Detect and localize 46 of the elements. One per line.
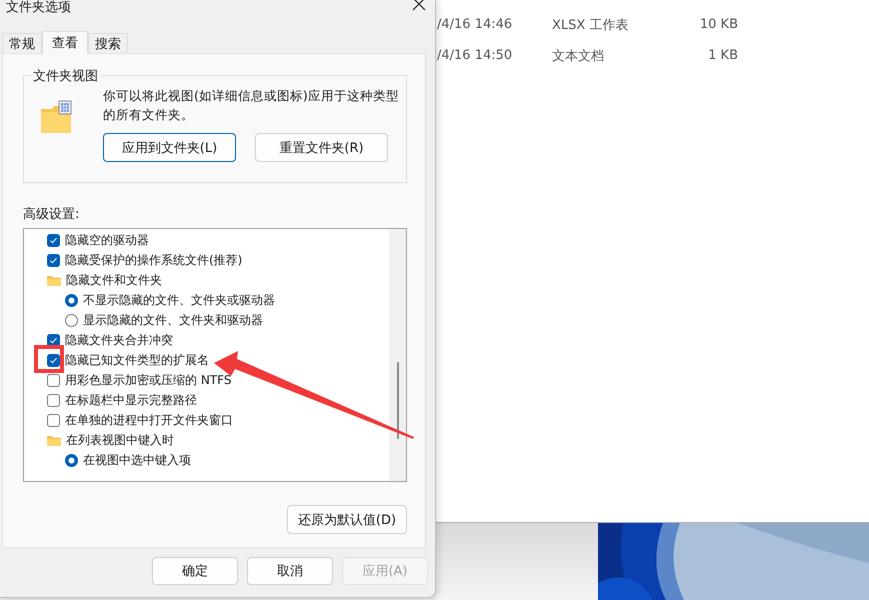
setting-label: 隐藏已知文件类型的扩展名 (65, 352, 209, 368)
window-title: 文件夹选项 (6, 0, 71, 15)
dialog-button[interactable]: 取消 (247, 557, 333, 585)
folder-button[interactable]: 重置文件夹(R) (255, 133, 388, 162)
folder-icon (40, 100, 72, 133)
radio-button[interactable] (65, 314, 78, 326)
checkbox[interactable] (47, 254, 60, 266)
scrollbar[interactable] (389, 229, 406, 481)
folder-icon (47, 274, 61, 286)
group-title: 文件夹视图 (31, 67, 100, 85)
setting-label: 隐藏空的驱动器 (65, 232, 149, 248)
folder-button[interactable]: 应用到文件夹(L) (103, 133, 236, 162)
description-text: 你可以将此视图(如详细信息或图标)应用于这种类型的所有文件夹。 (103, 87, 400, 124)
type-cell-text: XLSX 工作表 (552, 16, 630, 34)
checkbox[interactable] (47, 354, 60, 366)
restore-defaults-button[interactable]: 还原为默认值(D) (287, 505, 407, 534)
checkbox[interactable] (47, 234, 60, 246)
tab[interactable]: 查看 (42, 31, 88, 54)
setting-label: 隐藏文件和文件夹 (66, 272, 162, 288)
setting-label: 显示隐藏的文件、文件夹和驱动器 (83, 312, 263, 328)
dialog-button[interactable]: 确定 (152, 557, 238, 585)
radio-button[interactable] (65, 294, 78, 306)
radio-button[interactable] (65, 454, 78, 466)
highlight-box (34, 345, 64, 373)
setting-label: 隐藏受保护的操作系统文件(推荐) (65, 252, 242, 268)
close-icon[interactable] (412, 0, 426, 11)
type-cell-text: 文本文档 (552, 48, 605, 64)
size-cell-text: 10 KB (698, 17, 738, 32)
checkbox[interactable] (47, 414, 60, 426)
size-cell-text: 1 KB (707, 48, 738, 63)
setting-label: 在单独的进程中打开文件夹窗口 (65, 412, 233, 428)
setting-label: 不显示隐藏的文件、文件夹或驱动器 (83, 292, 275, 308)
tab[interactable]: 常规 (2, 33, 42, 53)
date-cell-text: /4/16 14:46 (436, 17, 514, 32)
setting-label: 在视图中选中键入项 (83, 452, 191, 468)
setting-label: 用彩色显示加密或压缩的 NTFS (65, 372, 232, 388)
setting-label: 在标题栏中显示完整路径 (65, 392, 197, 408)
setting-label: 在列表视图中键入时 (66, 432, 174, 448)
checkbox[interactable] (47, 394, 60, 406)
date-cell-text: /4/16 14:50 (436, 48, 514, 63)
tab[interactable]: 搜索 (88, 33, 128, 53)
section-label: 高级设置: (23, 206, 80, 223)
checkbox[interactable] (47, 374, 60, 386)
folder-icon (47, 434, 61, 446)
checkbox[interactable] (47, 334, 60, 346)
setting-label: 隐藏文件夹合并冲突 (65, 332, 173, 348)
